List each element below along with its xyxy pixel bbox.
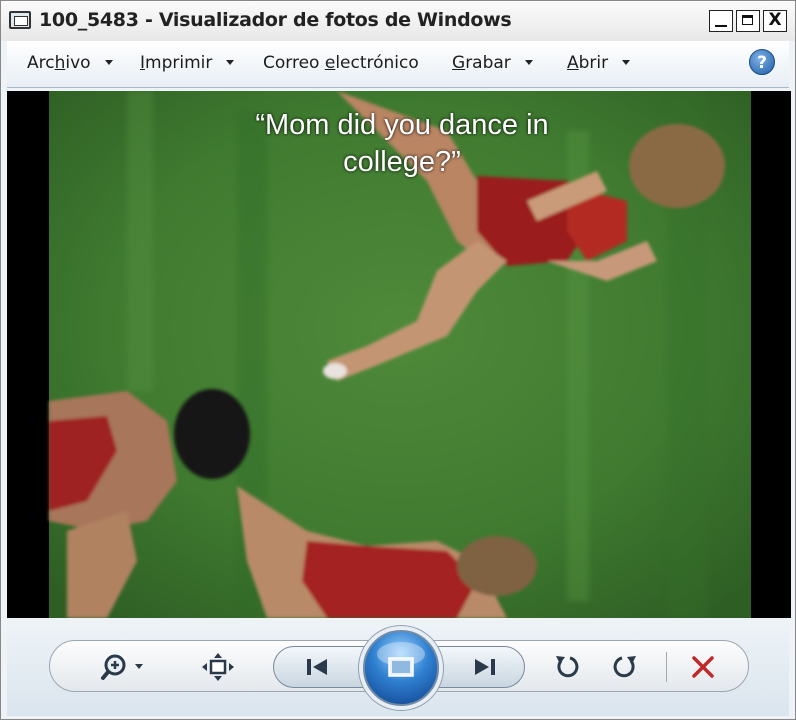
window-controls: X	[709, 10, 787, 32]
fit-window-icon	[202, 653, 234, 681]
previous-button[interactable]	[293, 652, 343, 682]
menu-accelerator: e	[324, 53, 336, 73]
photo-viewer-window: 100_5483 - Visualizador de fotos de Wind…	[0, 0, 796, 720]
next-button[interactable]	[459, 652, 509, 682]
menu-label: Arc	[27, 53, 55, 73]
rotate-left-button[interactable]	[551, 652, 583, 682]
next-icon	[475, 659, 495, 675]
menu-label: lectrónico	[335, 53, 419, 73]
title-bar[interactable]: 100_5483 - Visualizador de fotos de Wind…	[1, 1, 795, 41]
menu-label: brir	[578, 53, 609, 73]
rotate-right-button[interactable]	[609, 652, 641, 682]
menu-accelerator: A	[567, 53, 579, 73]
window-title: 100_5483 - Visualizador de fotos de Wind…	[39, 9, 512, 31]
minimize-button[interactable]	[709, 10, 733, 32]
menu-label: mprimir	[145, 53, 213, 73]
zoom-icon	[101, 654, 143, 680]
menu-abrir[interactable]: Abrir	[567, 53, 631, 73]
menu-accelerator: h	[54, 53, 66, 73]
rotate-right-icon	[613, 656, 636, 678]
delete-icon	[692, 656, 714, 678]
menu-imprimir[interactable]: Imprimir	[140, 53, 235, 73]
app-icon	[9, 11, 31, 29]
delete-button[interactable]	[687, 652, 719, 682]
photo-display[interactable]: “Mom did you dance in college?”	[7, 91, 791, 618]
chevron-down-icon	[524, 59, 533, 65]
slideshow-icon	[377, 642, 425, 677]
menu-accelerator: G	[452, 53, 466, 73]
previous-icon	[307, 659, 327, 675]
help-icon[interactable]: ?	[749, 49, 775, 75]
maximize-button[interactable]	[736, 10, 760, 32]
menu-label: ivo	[65, 53, 91, 73]
toolbar-divider	[666, 652, 667, 682]
slideshow-button[interactable]	[363, 630, 439, 706]
rotate-left-icon	[556, 656, 579, 678]
chevron-down-icon	[104, 59, 113, 65]
menu-correo-electronico[interactable]: Correo electrónico	[263, 53, 419, 73]
chevron-down-icon	[622, 59, 631, 65]
menu-grabar[interactable]: Grabar	[452, 53, 533, 73]
close-button[interactable]: X	[763, 10, 787, 32]
bottom-toolbar	[7, 618, 789, 716]
fit-window-button[interactable]	[201, 652, 235, 682]
zoom-button[interactable]	[99, 652, 155, 682]
menu-label: rabar	[465, 53, 511, 73]
menu-bar: Archivo Imprimir Correo electrónico Grab…	[7, 41, 789, 88]
chevron-down-icon	[226, 59, 235, 65]
photo-caption: “Mom did you dance in college?”	[255, 109, 549, 178]
menu-label: Correo	[263, 53, 325, 73]
menu-archivo[interactable]: Archivo	[27, 53, 113, 73]
